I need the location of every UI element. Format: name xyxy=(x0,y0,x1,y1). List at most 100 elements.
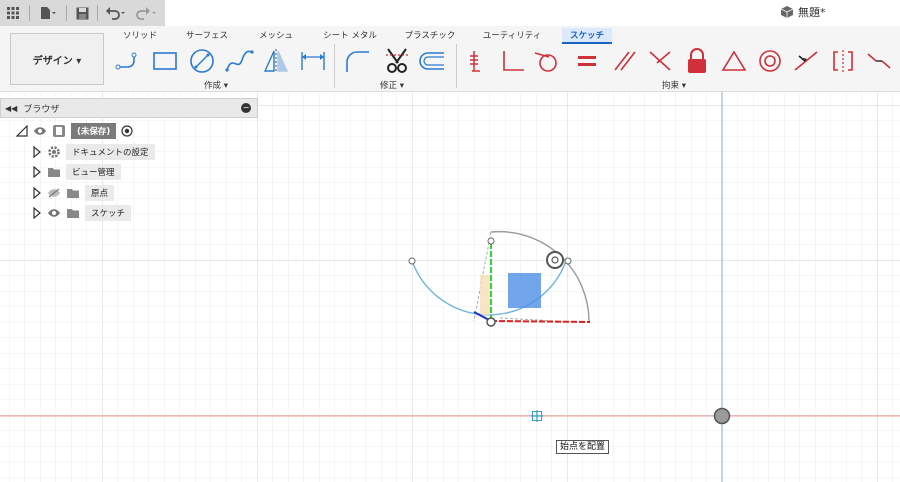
document-title: 無題* xyxy=(798,6,826,19)
origin-point[interactable] xyxy=(486,317,496,327)
sketch-point-marker[interactable] xyxy=(713,407,731,425)
perpendicular-tool[interactable] xyxy=(496,46,530,76)
browser-item-sketches[interactable]: スケッチ xyxy=(32,204,132,222)
origin-plane-xy[interactable] xyxy=(508,273,541,308)
fillet-icon xyxy=(346,51,369,72)
browser-minus-icon[interactable]: − xyxy=(241,103,251,113)
document-title-area: 無題* xyxy=(780,4,826,20)
symmetry-icon xyxy=(833,50,853,72)
tab-sketch[interactable]: スケッチ xyxy=(562,28,612,44)
browser-item-label: ビュー管理 xyxy=(66,164,121,180)
browser-item-document-settings[interactable]: ドキュメントの設定 xyxy=(32,143,155,161)
eye-icon[interactable] xyxy=(47,208,61,218)
concentric-tool[interactable] xyxy=(753,46,787,76)
parallel-icon xyxy=(614,51,636,71)
expand-arrow-icon[interactable] xyxy=(32,207,42,219)
rectangle-icon xyxy=(153,52,177,70)
tab-sheet-metal[interactable]: シート メタル xyxy=(320,28,380,44)
equal-tool[interactable] xyxy=(570,46,604,76)
horizontal-vertical-tool[interactable] xyxy=(717,46,751,76)
browser-item-label: スケッチ xyxy=(85,205,132,221)
redo-icon[interactable] xyxy=(131,0,161,26)
equal-icon xyxy=(578,56,596,66)
browser-item-origin[interactable]: 原点 xyxy=(32,184,115,202)
circle-tool[interactable] xyxy=(185,46,219,76)
create-group-label[interactable]: 作成 ▾ xyxy=(204,79,228,91)
gear-icon xyxy=(48,146,60,158)
scissors-icon xyxy=(386,48,408,73)
fix-constraint-tool[interactable] xyxy=(462,46,496,76)
arc-endpoint[interactable] xyxy=(487,237,495,245)
tangent-icon xyxy=(534,52,557,72)
tab-surface[interactable]: サーフェス xyxy=(184,28,230,44)
line-icon xyxy=(115,52,137,70)
browser-item-label: ドキュメントの設定 xyxy=(66,144,155,160)
expand-arrow-icon[interactable] xyxy=(32,146,42,158)
arc-endpoint[interactable] xyxy=(564,257,572,265)
parallel-tool[interactable] xyxy=(608,46,642,76)
file-menu-icon[interactable] xyxy=(33,0,63,26)
component-icon xyxy=(53,125,65,137)
arc-endpoint[interactable] xyxy=(408,257,416,265)
folder-icon xyxy=(67,209,79,218)
group-divider xyxy=(456,44,457,88)
expand-arrow-icon[interactable] xyxy=(32,187,42,199)
coincident-tool[interactable] xyxy=(643,46,677,76)
midpoint-icon xyxy=(794,51,818,71)
quick-access-toolbar xyxy=(0,0,165,26)
collapse-arrows-icon[interactable]: ◀◀ xyxy=(5,104,17,113)
app-grid-icon[interactable] xyxy=(0,0,26,26)
browser-title: ブラウザ xyxy=(23,104,60,115)
circle-icon xyxy=(190,49,214,73)
eye-icon[interactable] xyxy=(33,126,47,136)
offset-tool[interactable] xyxy=(414,46,448,76)
tangent-tool[interactable] xyxy=(530,46,564,76)
coincident-icon xyxy=(649,51,671,71)
arc-center-dot xyxy=(551,256,559,264)
collinear-icon xyxy=(867,53,891,69)
trim-tool[interactable] xyxy=(380,46,414,76)
group-divider xyxy=(334,44,335,88)
fillet-tool[interactable] xyxy=(340,46,374,76)
symmetry-tool[interactable] xyxy=(826,46,860,76)
spline-icon xyxy=(225,50,254,72)
browser-panel-header: ◀◀ ブラウザ − xyxy=(0,98,258,118)
root-component-label[interactable]: (未保存) xyxy=(71,123,117,139)
ribbon: デザイン ▾ ソリッド サーフェス メッシュ シート メタル プラスチック ユー… xyxy=(0,26,900,92)
undo-icon[interactable] xyxy=(101,0,131,26)
tab-utilities[interactable]: ユーティリティ xyxy=(482,28,542,44)
offset-icon xyxy=(419,52,444,70)
dimension-icon xyxy=(301,52,325,70)
browser-root-row[interactable]: (未保存) xyxy=(16,122,133,140)
tab-plastic[interactable]: プラスチック xyxy=(402,28,458,44)
expand-triangle-icon[interactable] xyxy=(16,125,28,137)
mirror-icon xyxy=(263,49,289,73)
spline-tool[interactable] xyxy=(222,46,256,76)
expand-arrow-icon[interactable] xyxy=(32,166,42,178)
modify-group-label[interactable]: 修正 ▾ xyxy=(380,79,404,91)
constraints-group-label[interactable]: 拘束 ▾ xyxy=(662,79,686,91)
rectangle-tool[interactable] xyxy=(148,46,182,76)
component-cube-icon xyxy=(780,6,794,18)
browser-item-named-views[interactable]: ビュー管理 xyxy=(32,163,121,181)
cursor-tooltip: 始点を配置 xyxy=(556,440,610,454)
midpoint-tool[interactable] xyxy=(789,46,823,76)
line-tool[interactable] xyxy=(112,46,146,76)
workspace-selector[interactable]: デザイン ▾ xyxy=(10,33,104,85)
concentric-icon xyxy=(759,50,781,72)
activate-radio-icon[interactable] xyxy=(121,125,133,137)
fix-constraint-icon xyxy=(470,51,480,72)
collinear-tool[interactable] xyxy=(862,46,896,76)
folder-icon xyxy=(48,168,60,177)
perpendicular-icon xyxy=(503,51,524,71)
save-icon[interactable] xyxy=(70,0,94,26)
lock-tool[interactable] xyxy=(680,46,714,76)
folder-icon xyxy=(67,189,79,198)
eye-hidden-icon[interactable] xyxy=(47,188,61,198)
mirror-tool[interactable] xyxy=(259,46,293,76)
tab-solid[interactable]: ソリッド xyxy=(118,28,162,44)
dimension-tool[interactable] xyxy=(296,46,330,76)
triangle-icon xyxy=(721,50,747,71)
browser-item-label: 原点 xyxy=(85,185,115,201)
tab-mesh[interactable]: メッシュ xyxy=(256,28,296,44)
